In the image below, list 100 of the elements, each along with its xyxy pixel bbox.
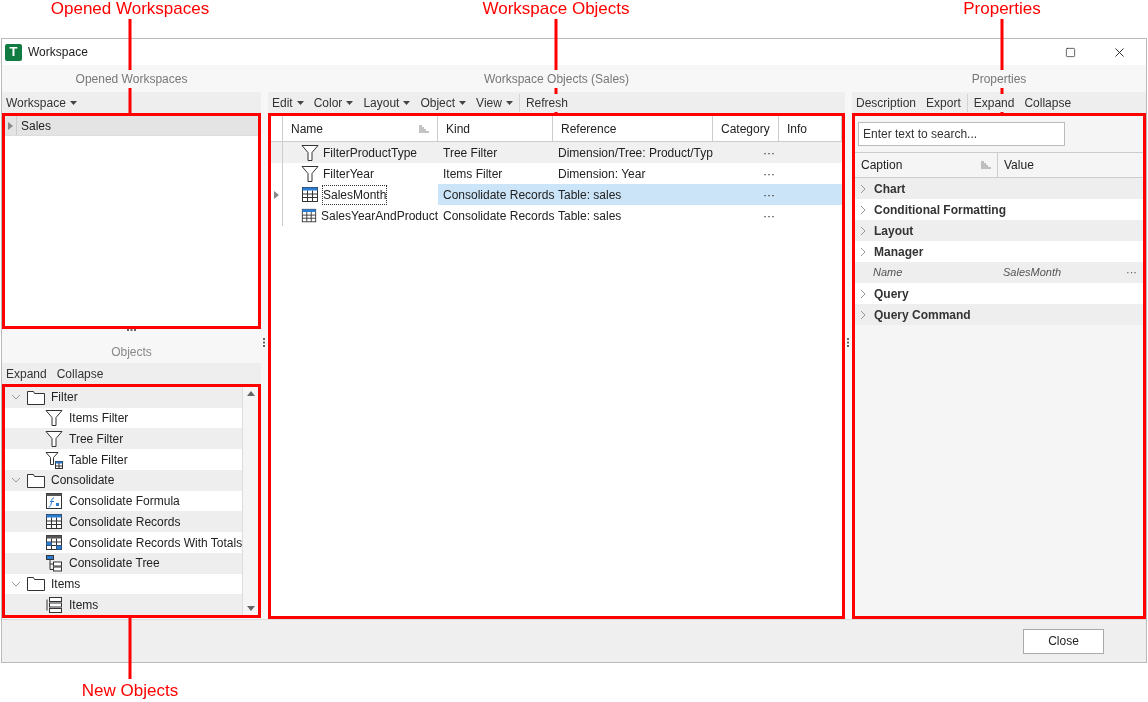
tree-item-row[interactable]: Items (5, 594, 243, 616)
table-row[interactable]: FilterProductType Tree Filter Dimension/Tree: Product/Typ ··· (271, 142, 842, 163)
chevron-right-icon[interactable] (860, 246, 866, 257)
property-category-row[interactable]: Query (855, 283, 1143, 304)
table-cell-text: ··· (763, 207, 775, 225)
table-cell-text: FilterProductType (323, 144, 418, 162)
chevron-right-icon[interactable] (860, 288, 866, 299)
tree-group-row[interactable]: Filter (5, 387, 243, 408)
chevron-right-icon[interactable] (860, 183, 866, 194)
funnel-table-icon (45, 450, 63, 469)
chevron-down-icon[interactable] (11, 580, 21, 587)
caret-icon (69, 100, 77, 105)
group-label: Items (51, 575, 81, 593)
tree-item-row[interactable]: Consolidate Tree (5, 552, 243, 574)
search-field[interactable]: Enter text to search... (858, 122, 1065, 146)
collapsed-arrow-icon[interactable] (8, 121, 13, 130)
item-label: Items Filter (69, 410, 129, 428)
splitter-grip-icon[interactable] (847, 337, 850, 347)
property-category-row[interactable]: Manager (855, 241, 1143, 262)
workspace-name: Sales (20, 117, 52, 135)
more-button[interactable]: ··· (1126, 264, 1143, 281)
chevron-down-icon[interactable] (11, 394, 21, 401)
splitter-grip-icon[interactable] (127, 329, 136, 332)
caret-icon (296, 100, 304, 105)
table-cell: Items Filter (443, 166, 503, 181)
chevron-down-icon[interactable] (11, 477, 21, 484)
property-row[interactable]: Name SalesMonth ··· (855, 262, 1143, 283)
property-value: SalesMonth (1003, 265, 1063, 281)
table-cell-text: ··· (763, 186, 775, 204)
item-label: Items (69, 596, 99, 614)
item-label: Table Filter (69, 451, 128, 469)
table-cell: Table: sales (558, 208, 622, 223)
toolbar-menu-button[interactable]: Refresh (525, 93, 568, 112)
column-header[interactable]: Name (283, 116, 438, 141)
tree-item-row[interactable]: Consolidate Records (5, 511, 243, 533)
caret-icon (459, 100, 467, 105)
maximize-icon[interactable] (1065, 46, 1076, 58)
tree-group-row[interactable]: Consolidate (5, 469, 243, 491)
column-header[interactable]: Reference (553, 116, 713, 141)
chevron-right-icon[interactable] (860, 225, 866, 236)
funnel-icon (301, 143, 319, 162)
column-header[interactable]: Info (779, 116, 842, 141)
table-totals-icon (45, 533, 63, 552)
sort-icon (419, 124, 429, 133)
scroll-down-icon[interactable] (246, 606, 255, 611)
column-header[interactable]: Kind (438, 116, 553, 141)
table-cell: Table: sales (558, 187, 622, 202)
table-cell: SalesMonth (323, 185, 387, 204)
column-header[interactable]: Category (713, 116, 779, 141)
callout-label: Workspace Objects (482, 0, 630, 20)
callout-label: Properties (963, 0, 1041, 20)
row-indicator-icon (274, 190, 279, 199)
scroll-up-icon[interactable] (246, 391, 255, 396)
category-label: Chart (874, 180, 906, 198)
item-label: Tree Filter (69, 430, 124, 448)
column-header[interactable]: Value (998, 153, 1143, 177)
category-label: Query (874, 285, 909, 303)
window-title: Workspace (28, 44, 88, 61)
property-category-row[interactable]: Layout (855, 220, 1143, 241)
close-button[interactable]: Close (1023, 628, 1104, 654)
app-logo: T (5, 43, 22, 61)
property-category-row[interactable]: Query Command (855, 304, 1143, 325)
table-cell-text: FilterYear (323, 165, 374, 183)
category-label: Manager (874, 243, 924, 261)
panel-title: Workspace Objects (Sales) (483, 69, 630, 88)
folder-icon (27, 472, 45, 488)
workspace-row[interactable]: Sales (5, 116, 258, 136)
folder-icon (27, 576, 45, 592)
funnel-icon (301, 164, 319, 183)
tree-icon (45, 554, 63, 573)
panel-title: Properties (971, 69, 1027, 88)
chevron-right-icon[interactable] (860, 204, 866, 215)
table-icon (301, 185, 319, 204)
splitter-grip-icon[interactable] (263, 337, 266, 347)
caret-icon (403, 100, 411, 105)
category-label: Layout (874, 222, 914, 240)
group-label: Consolidate (51, 472, 115, 490)
property-category-row[interactable]: Chart (855, 178, 1143, 199)
caret-icon (505, 100, 513, 105)
panel-title: Opened Workspaces (75, 69, 188, 88)
table-cell-text: ··· (763, 144, 775, 162)
toolbar-menu-button[interactable]: Expand (973, 93, 1015, 112)
scrollbar[interactable] (242, 387, 258, 615)
table-cell: Consolidate Records (443, 208, 555, 223)
property-name: Name (872, 265, 904, 281)
table-icon (301, 206, 317, 225)
list-icon (45, 595, 63, 614)
formula-icon (45, 492, 63, 511)
funnel-icon (45, 409, 63, 428)
category-label: Conditional Formatting (874, 201, 1006, 219)
chevron-right-icon[interactable] (860, 309, 866, 320)
column-header[interactable]: Caption (855, 153, 998, 177)
table-cell: Dimension: Year (558, 166, 646, 181)
caret-icon (346, 100, 354, 105)
callout-label: Opened Workspaces (50, 0, 210, 20)
table-icon (45, 512, 63, 531)
funnel-icon (45, 429, 63, 448)
property-category-row[interactable]: Conditional Formatting (855, 199, 1143, 220)
tree-item-row[interactable]: Tree Filter (5, 428, 243, 450)
table-row[interactable]: SalesMonth Consolidate Records Table: sales ··· (271, 184, 842, 205)
